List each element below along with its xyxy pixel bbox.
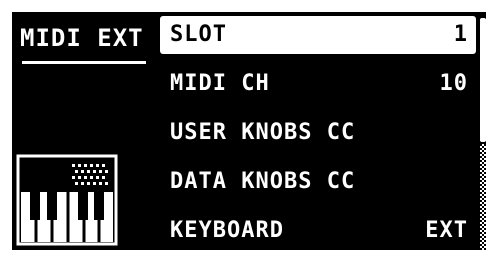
tab-title: MIDI EXT <box>20 24 144 52</box>
tab-underline <box>22 61 146 64</box>
menu-item-user-knobs-cc[interactable]: USER KNOBS CC <box>160 114 476 152</box>
menu-item-label: KEYBOARD <box>170 218 284 243</box>
menu-item-label: SLOT <box>170 22 227 47</box>
menu-item-data-knobs-cc[interactable]: DATA KNOBS CC <box>160 163 476 201</box>
menu-item-label: MIDI CH <box>170 71 270 96</box>
menu-item-label: USER KNOBS CC <box>170 120 356 145</box>
keyboard-icon <box>16 154 118 246</box>
scrollbar-thumb[interactable] <box>480 18 486 142</box>
tab-header[interactable]: MIDI EXT <box>20 19 156 64</box>
device-screen: MIDI EXT SLOT 1 MIDI CH 10 USER KNOBS CC… <box>12 12 486 250</box>
menu-scrollbar[interactable] <box>480 18 486 250</box>
settings-menu: SLOT 1 MIDI CH 10 USER KNOBS CC DATA KNO… <box>160 16 476 250</box>
scrollbar-track <box>480 144 486 250</box>
menu-item-slot[interactable]: SLOT 1 <box>160 16 476 54</box>
menu-item-label: DATA KNOBS CC <box>170 169 356 194</box>
menu-item-value: 1 <box>453 22 468 47</box>
menu-item-keyboard[interactable]: KEYBOARD EXT <box>160 212 476 250</box>
menu-item-value: 10 <box>439 71 468 96</box>
menu-item-value: EXT <box>425 218 468 243</box>
menu-item-midi-ch[interactable]: MIDI CH 10 <box>160 65 476 103</box>
